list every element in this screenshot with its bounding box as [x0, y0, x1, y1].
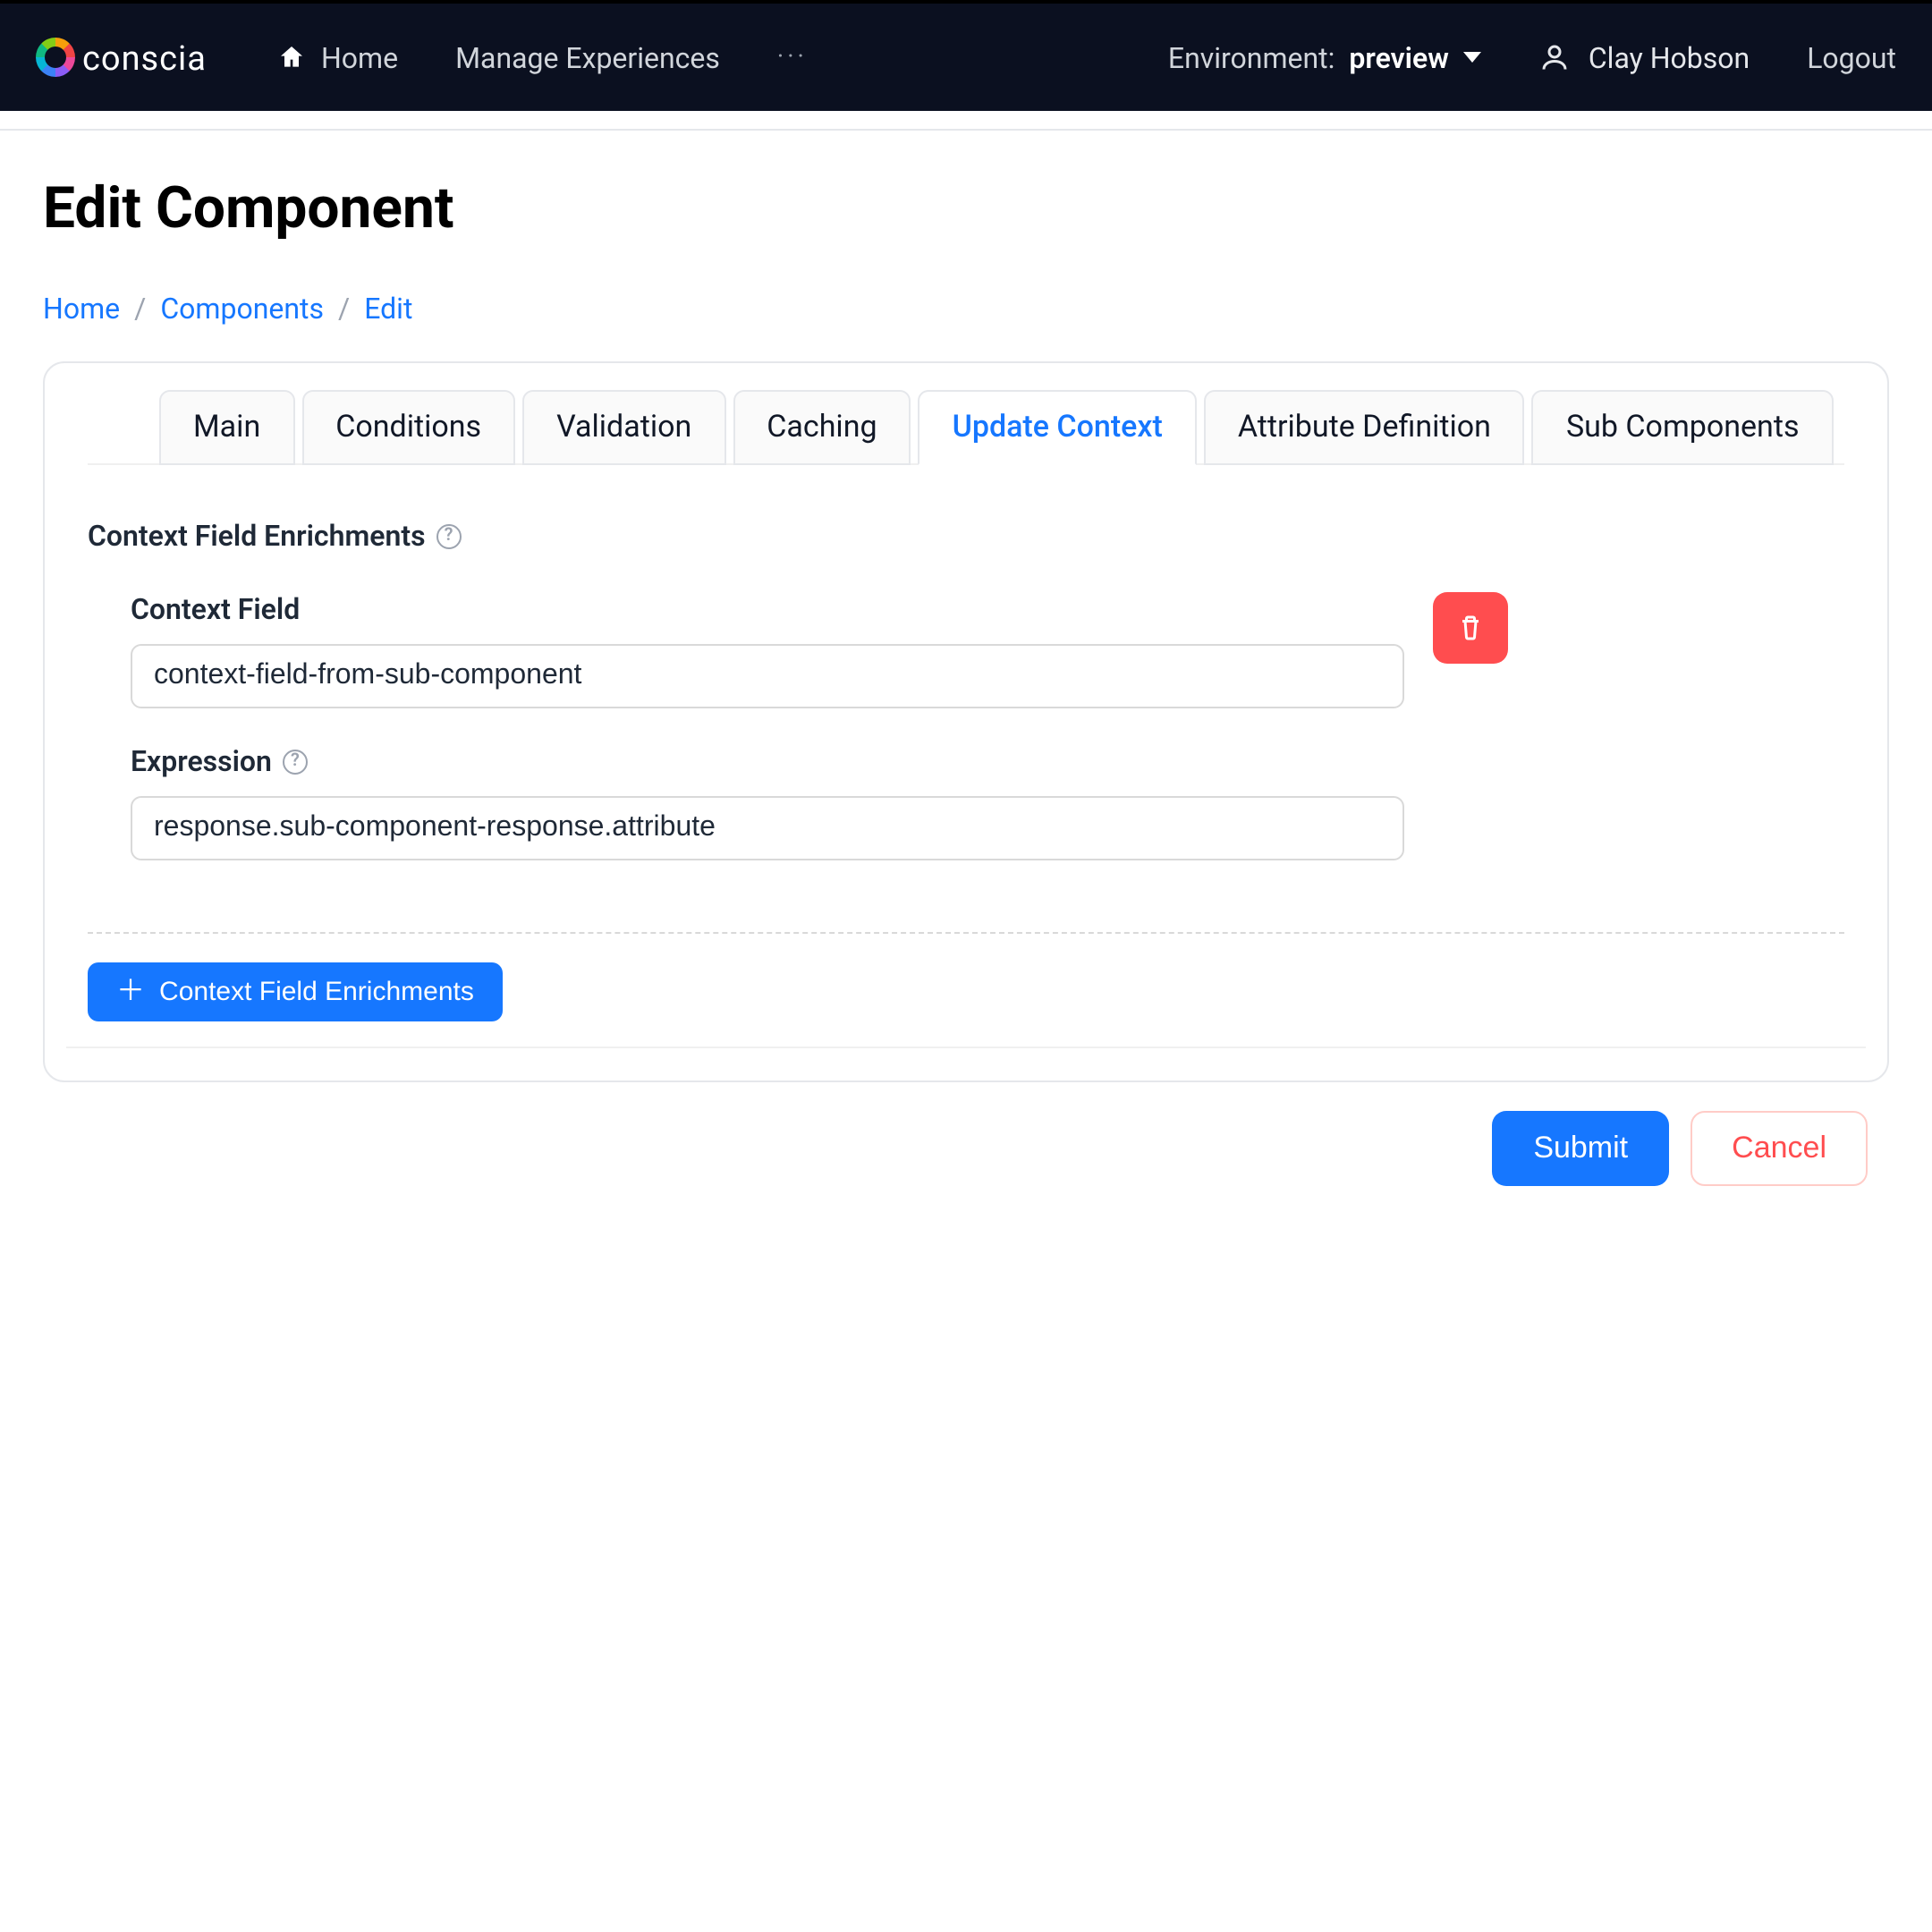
- environment-selector[interactable]: Environment: preview: [1168, 40, 1481, 74]
- tab-main[interactable]: Main: [159, 390, 294, 465]
- user-name: Clay Hobson: [1589, 40, 1750, 74]
- plus-icon: ＋: [116, 978, 145, 1006]
- add-enrichment-button[interactable]: ＋ Context Field Enrichments: [88, 962, 503, 1021]
- breadcrumb-sep: /: [338, 292, 350, 326]
- navbar: conscia Home Manage Experiences ··· Envi…: [0, 0, 1932, 111]
- breadcrumb-sep: /: [134, 292, 146, 326]
- tab-conditions[interactable]: Conditions: [301, 390, 515, 465]
- context-field-input[interactable]: [131, 644, 1404, 708]
- tab-update-context[interactable]: Update Context: [919, 390, 1197, 465]
- section-title: Context Field Enrichments ?: [88, 519, 1866, 553]
- enrichment-row: Context Field Expression ?: [66, 592, 1866, 896]
- tab-caching[interactable]: Caching: [733, 390, 911, 465]
- nav-manage-experiences[interactable]: Manage Experiences: [455, 40, 720, 74]
- tab-validation[interactable]: Validation: [522, 390, 725, 465]
- cancel-button[interactable]: Cancel: [1690, 1111, 1868, 1186]
- brand-logo[interactable]: conscia: [36, 37, 207, 78]
- form-panel: Main Conditions Validation Caching Updat…: [43, 361, 1889, 1082]
- expression-input[interactable]: [131, 796, 1404, 860]
- nav-right: Environment: preview Clay Hobson Logout: [1168, 40, 1896, 74]
- home-icon: [278, 43, 307, 72]
- tabs-bar: Main Conditions Validation Caching Updat…: [88, 388, 1844, 465]
- help-icon[interactable]: ?: [436, 523, 462, 548]
- breadcrumb: Home / Components / Edit: [43, 292, 1889, 326]
- context-field-label: Context Field: [131, 592, 1844, 626]
- expression-label-text: Expression: [131, 744, 272, 778]
- logout-label: Logout: [1807, 40, 1896, 74]
- nav-home-label: Home: [321, 40, 398, 74]
- tabs: Main Conditions Validation Caching Updat…: [159, 388, 1844, 463]
- footer-actions: Submit Cancel: [43, 1111, 1868, 1186]
- user-menu[interactable]: Clay Hobson: [1538, 40, 1750, 74]
- page-title: Edit Component: [43, 174, 1889, 242]
- nav-home[interactable]: Home: [278, 40, 398, 74]
- logo-ring-icon: [36, 38, 75, 77]
- trash-icon: [1454, 612, 1487, 644]
- breadcrumb-components[interactable]: Components: [160, 292, 324, 326]
- tab-sub-components[interactable]: Sub Components: [1532, 390, 1834, 465]
- section-title-text: Context Field Enrichments: [88, 519, 426, 553]
- divider: [88, 932, 1844, 934]
- nav-more[interactable]: ···: [777, 43, 808, 72]
- tab-attribute-definition[interactable]: Attribute Definition: [1204, 390, 1525, 465]
- panel-divider: [66, 1046, 1866, 1048]
- submit-button[interactable]: Submit: [1492, 1111, 1669, 1186]
- delete-button[interactable]: [1433, 592, 1508, 664]
- context-field-label-text: Context Field: [131, 592, 300, 626]
- breadcrumb-home[interactable]: Home: [43, 292, 120, 326]
- environment-label: Environment:: [1168, 40, 1335, 74]
- nav-more-label: ···: [777, 43, 808, 72]
- logout-link[interactable]: Logout: [1807, 40, 1896, 74]
- add-enrichment-label: Context Field Enrichments: [159, 977, 474, 1007]
- help-icon[interactable]: ?: [283, 749, 308, 774]
- nav-left: Home Manage Experiences ···: [278, 40, 808, 74]
- brand-text: conscia: [82, 37, 207, 78]
- caret-down-icon: [1463, 52, 1481, 63]
- nav-manage-label: Manage Experiences: [455, 40, 720, 74]
- breadcrumb-edit[interactable]: Edit: [364, 292, 412, 326]
- user-icon: [1538, 41, 1571, 73]
- environment-value: preview: [1349, 40, 1448, 74]
- page-body: Edit Component Home / Components / Edit …: [0, 129, 1932, 1258]
- expression-label: Expression ?: [131, 744, 1844, 778]
